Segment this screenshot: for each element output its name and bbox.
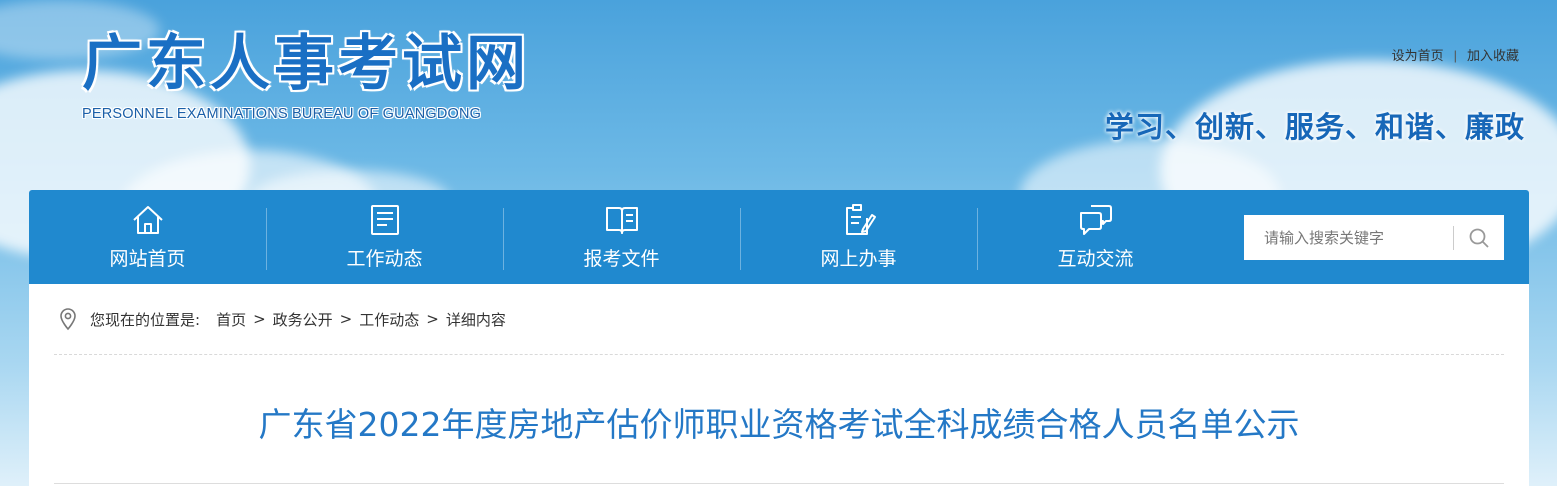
breadcrumb-government-affairs[interactable]: 政务公开	[273, 309, 333, 330]
home-icon	[132, 206, 163, 234]
breadcrumb-lead: 您现在的位置是:	[90, 310, 201, 329]
nav-label-online-services: 网上办事	[820, 248, 897, 270]
main-nav: 网站首页 工作动态 报考文件 网上办事 互动交流	[29, 190, 1529, 284]
logo-chinese-title: 广东人事考试网	[82, 29, 530, 99]
top-links-separator: |	[1453, 48, 1457, 63]
breadcrumb-home[interactable]: 首页	[216, 309, 246, 330]
nav-label-interaction: 互动交流	[1057, 248, 1134, 270]
breadcrumb-separator: >	[253, 310, 266, 328]
add-favorite-link[interactable]: 加入收藏	[1467, 48, 1519, 63]
location-pin-icon	[58, 307, 78, 331]
nav-item-online-services[interactable]: 网上办事	[740, 190, 977, 284]
breadcrumb-separator: >	[426, 310, 439, 328]
news-icon	[370, 205, 399, 235]
chat-icon	[1079, 205, 1112, 235]
edit-document-icon	[845, 204, 876, 235]
slogan: 学习、创新、服务、和谐、廉政	[1104, 110, 1525, 144]
content-area: 您现在的位置是: 首页 > 政务公开 > 工作动态 > 详细内容 广东省2022…	[29, 284, 1529, 486]
site-logo[interactable]: 广东人事考试网 PERSONNEL EXAMINATIONS BUREAU OF…	[82, 30, 530, 122]
nav-item-home[interactable]: 网站首页	[29, 190, 266, 284]
breadcrumb-work-news[interactable]: 工作动态	[359, 309, 419, 330]
search-icon	[1469, 228, 1489, 248]
breadcrumb: 您现在的位置是: 首页 > 政务公开 > 工作动态 > 详细内容	[54, 284, 1504, 355]
breadcrumb-separator: >	[339, 310, 353, 328]
search-input[interactable]	[1244, 215, 1453, 260]
book-icon	[605, 207, 638, 234]
nav-label-exam-documents: 报考文件	[583, 248, 660, 270]
logo-english-subtitle: PERSONNEL EXAMINATIONS BUREAU OF GUANGDO…	[82, 106, 482, 122]
search-box	[1244, 215, 1504, 260]
title-divider	[54, 483, 1504, 484]
article-title: 广东省2022年度房地产估价师职业资格考试全科成绩合格人员名单公示	[258, 405, 1300, 444]
nav-label-home: 网站首页	[109, 248, 186, 270]
nav-item-interaction[interactable]: 互动交流	[977, 190, 1214, 284]
nav-label-work-news: 工作动态	[346, 248, 423, 270]
nav-item-work-news[interactable]: 工作动态	[266, 190, 503, 284]
search-button[interactable]	[1454, 215, 1504, 260]
breadcrumb-detail[interactable]: 详细内容	[446, 309, 506, 330]
nav-item-exam-documents[interactable]: 报考文件	[503, 190, 740, 284]
top-links: 设为首页 | 加入收藏	[1392, 45, 1519, 64]
set-homepage-link[interactable]: 设为首页	[1392, 48, 1444, 63]
